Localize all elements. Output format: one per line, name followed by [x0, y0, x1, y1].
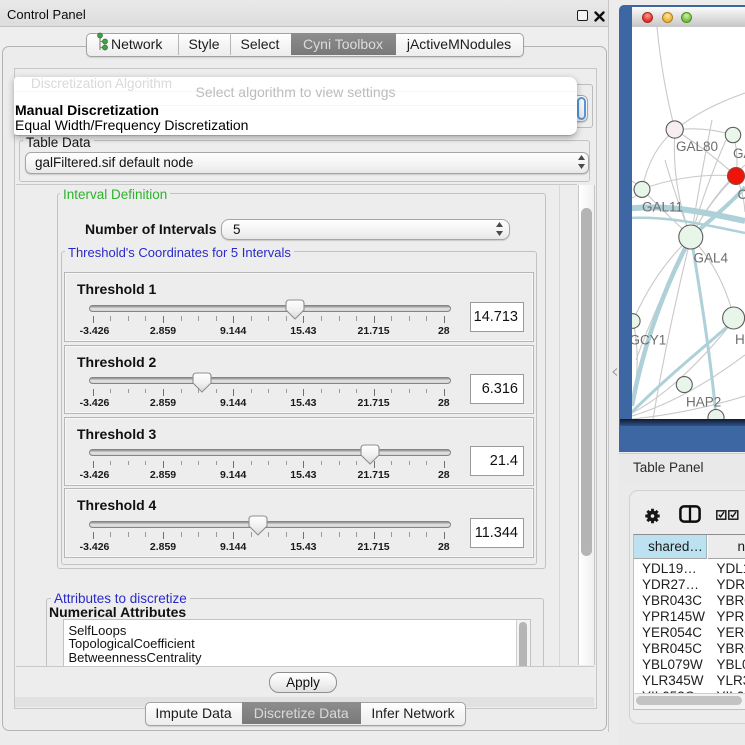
svg-text:GAL11: GAL11 [642, 200, 683, 215]
svg-text:GAL4: GAL4 [694, 251, 729, 266]
svg-text:GCY1: GCY1 [632, 333, 666, 348]
svg-text:GA: GA [733, 146, 745, 161]
svg-text:H: H [735, 332, 745, 347]
svg-text:GAL80: GAL80 [676, 139, 718, 154]
svg-text:C: C [738, 187, 745, 202]
svg-text:HAP2: HAP2 [686, 395, 721, 410]
